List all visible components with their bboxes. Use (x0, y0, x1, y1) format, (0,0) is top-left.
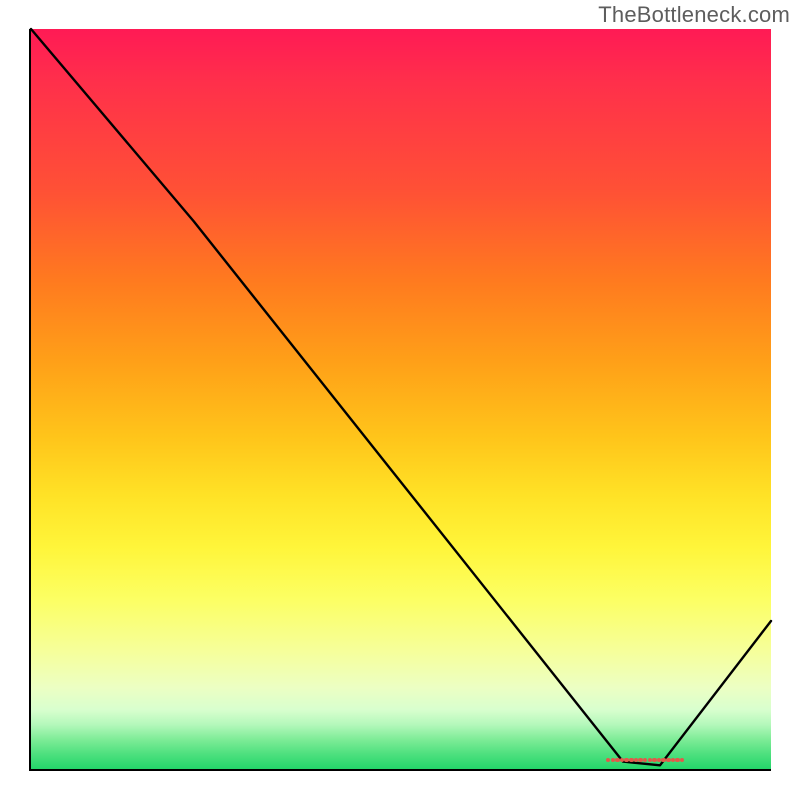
chart-canvas: TheBottleneck.com (0, 0, 800, 800)
range-marker-dot (629, 758, 634, 763)
range-marker-dot (666, 758, 671, 763)
bottleneck-curve (31, 29, 771, 769)
x-axis-line (29, 769, 771, 771)
range-marker-dot (615, 758, 620, 763)
attribution-text: TheBottleneck.com (598, 2, 790, 28)
y-axis-line (29, 29, 31, 771)
range-marker-dot (652, 758, 657, 763)
